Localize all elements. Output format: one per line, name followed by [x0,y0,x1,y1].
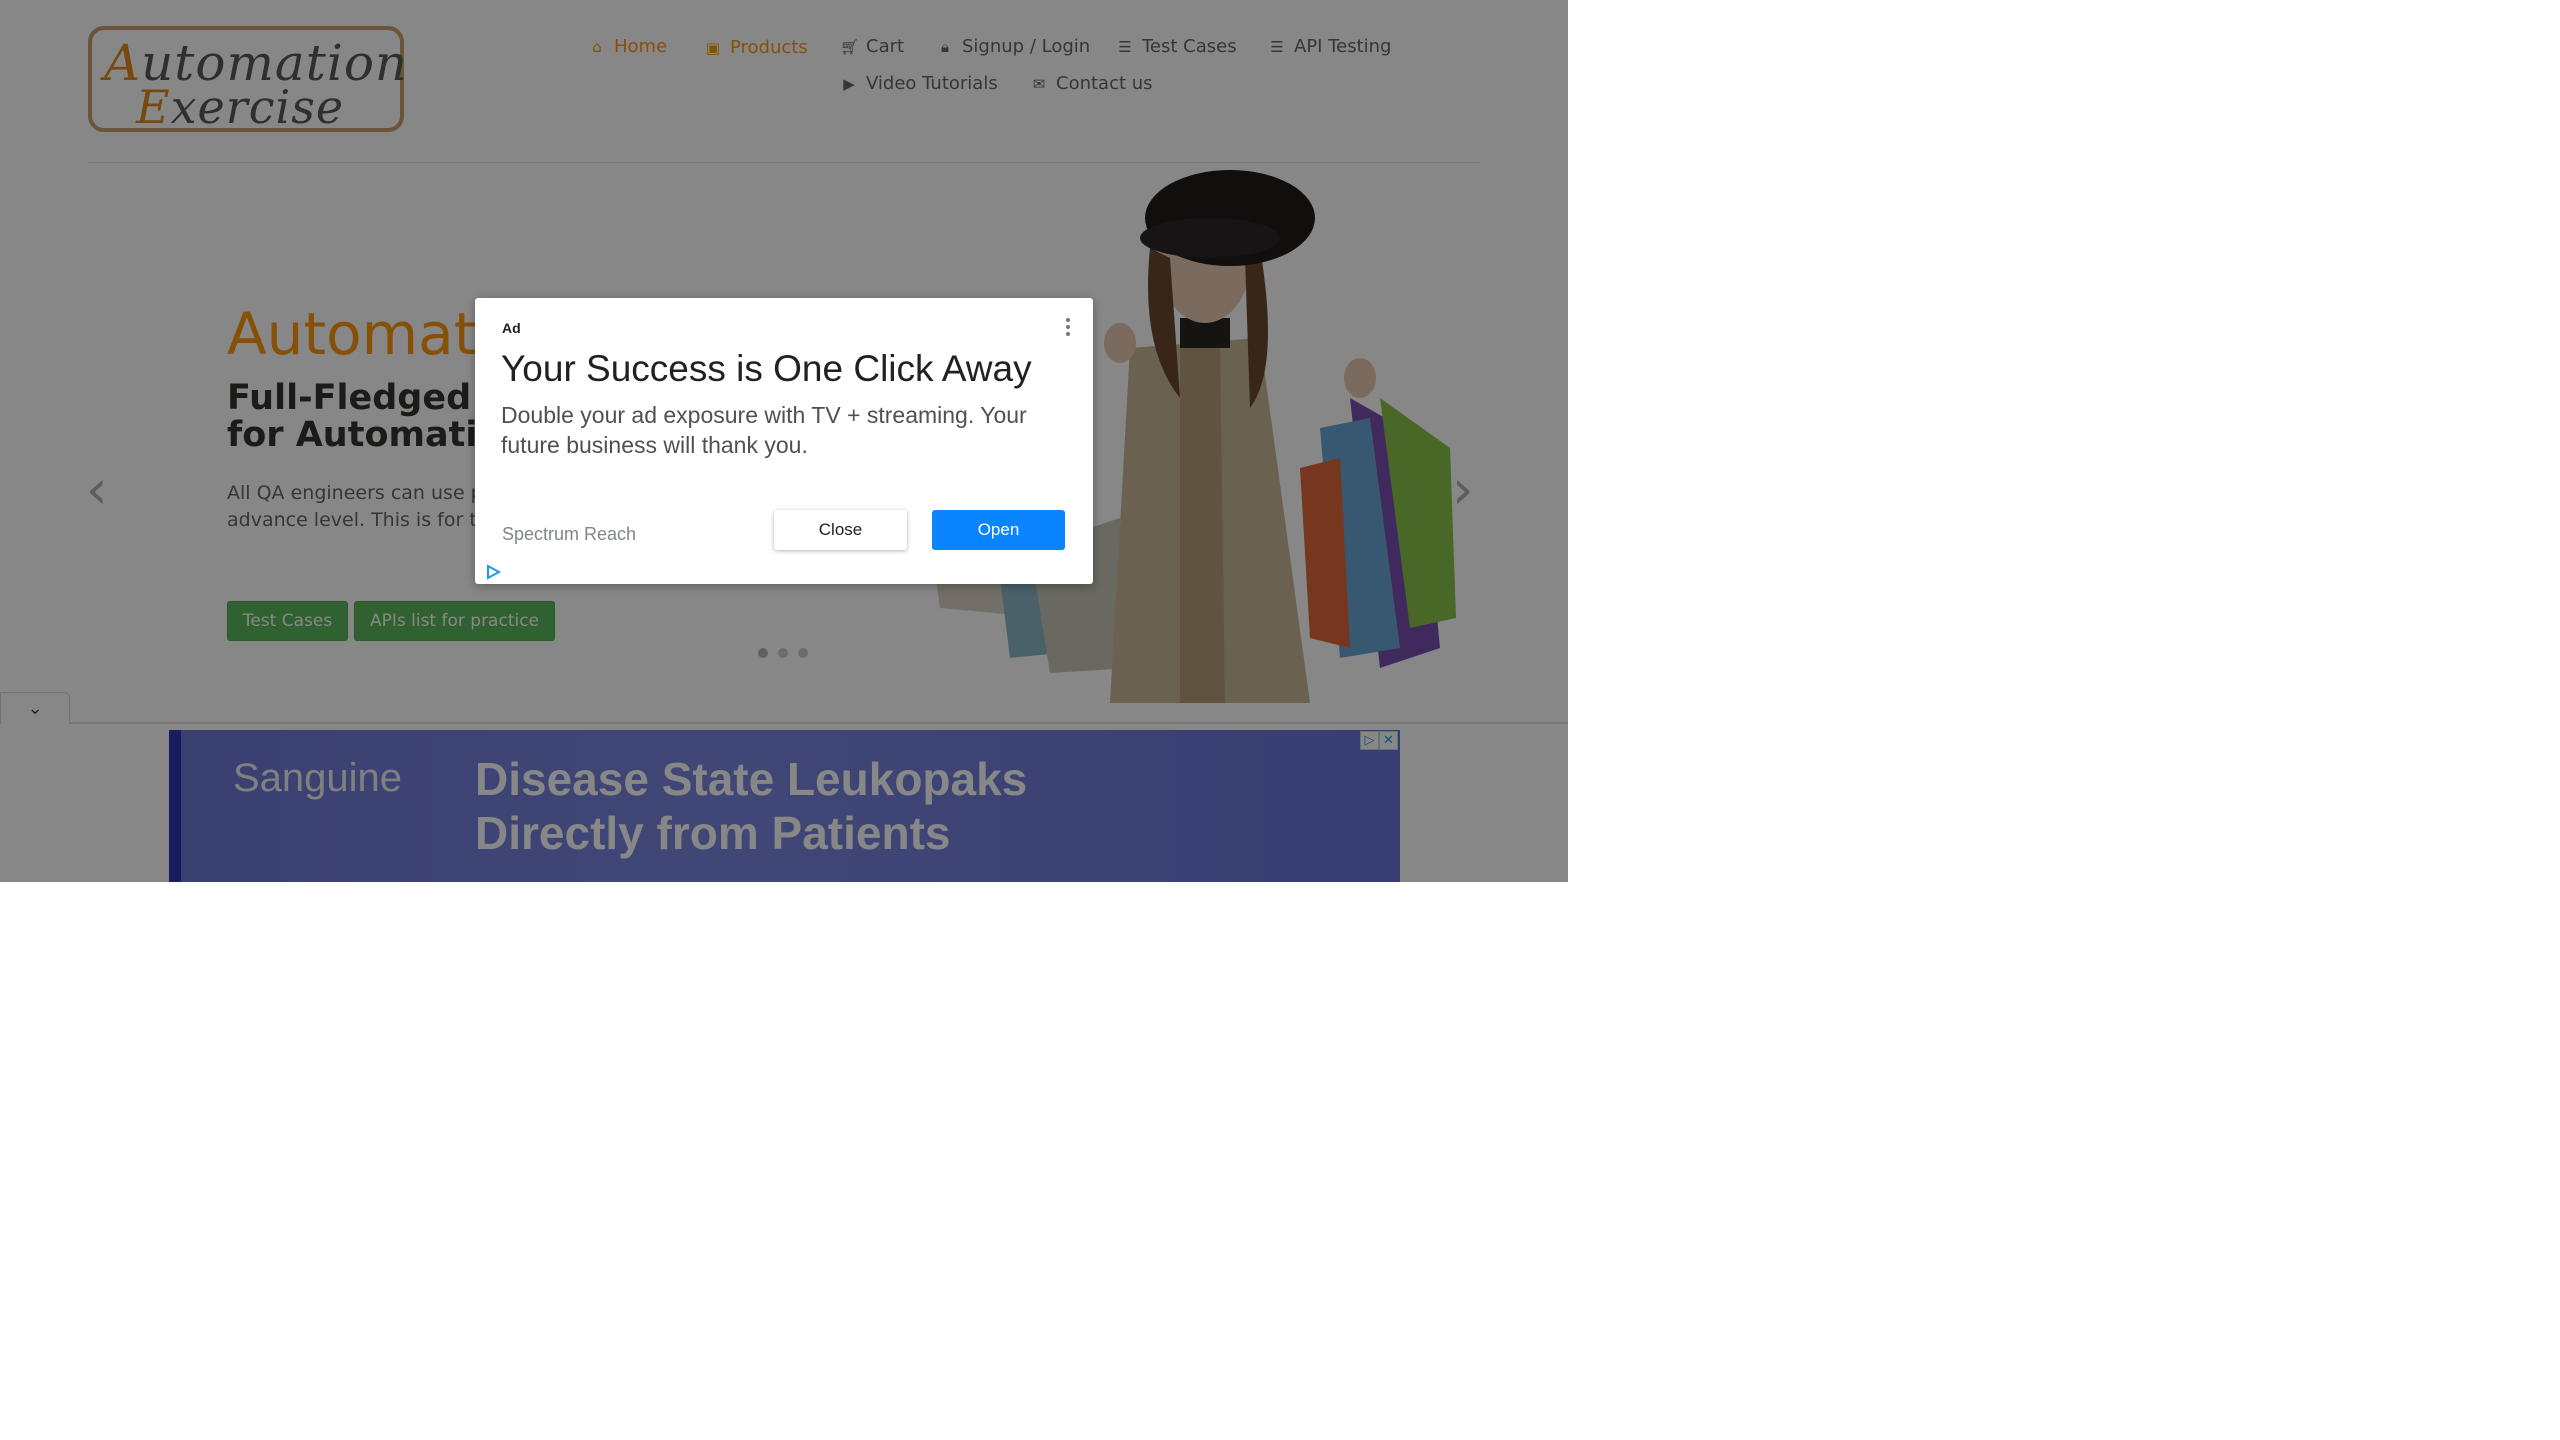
advertiser-name: Spectrum Reach [502,524,637,544]
ad-label: Ad [502,320,521,336]
adchoices-play-icon[interactable] [485,564,501,580]
interstitial-ad-dialog: Ad Your Success is One Click Away Double… [475,298,1093,584]
ad-headline[interactable]: Your Success is One Click Away [501,348,1032,390]
ad-open-button[interactable]: Open [932,510,1065,550]
more-options-icon[interactable] [1063,318,1073,336]
ad-body: Double your ad exposure with TV + stream… [501,402,1027,458]
ad-close-button[interactable]: Close [774,510,907,550]
